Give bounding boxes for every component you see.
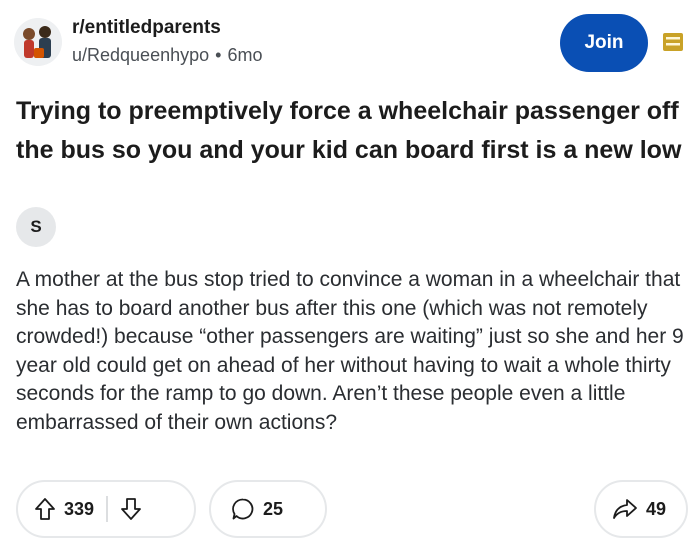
upvote-count: 339 (64, 498, 95, 519)
post-header: r/entitledparents u/Redqueenhypo • 6mo Joi… (14, 14, 686, 74)
subreddit-name[interactable]: r/entitledparents (72, 16, 262, 40)
meta-separator: • (215, 45, 222, 65)
post-age: 6mo (227, 45, 263, 65)
join-button[interactable]: Join (560, 14, 648, 72)
author-username[interactable]: u/Redqueenhypo (72, 45, 209, 65)
post-title[interactable]: Trying to preemptively force a wheelchai… (16, 92, 688, 170)
comments-button[interactable]: 25 (209, 480, 327, 538)
post-meta: r/entitledparents u/Redqueenhypo • 6mo (72, 16, 262, 67)
avatar-illustration-icon (14, 18, 62, 66)
comment-count: 25 (263, 498, 284, 519)
upvote-arrow-icon[interactable] (34, 497, 56, 521)
share-button[interactable]: 49 (594, 480, 688, 538)
downvote-arrow-icon[interactable] (120, 497, 142, 521)
post-body: A mother at the bus stop tried to convin… (16, 268, 684, 434)
collapse-menu-icon[interactable] (662, 32, 684, 52)
comment-bubble-icon (231, 497, 255, 521)
author-line: u/Redqueenhypo • 6mo (72, 43, 262, 67)
vote-control: 339 (16, 480, 196, 538)
user-flair-badge: S (16, 207, 56, 247)
vote-divider (106, 496, 109, 522)
share-arrow-icon (612, 498, 638, 520)
subreddit-avatar[interactable] (14, 18, 62, 66)
share-count: 49 (646, 498, 667, 519)
post-actions: 339 25 49 (16, 480, 688, 540)
